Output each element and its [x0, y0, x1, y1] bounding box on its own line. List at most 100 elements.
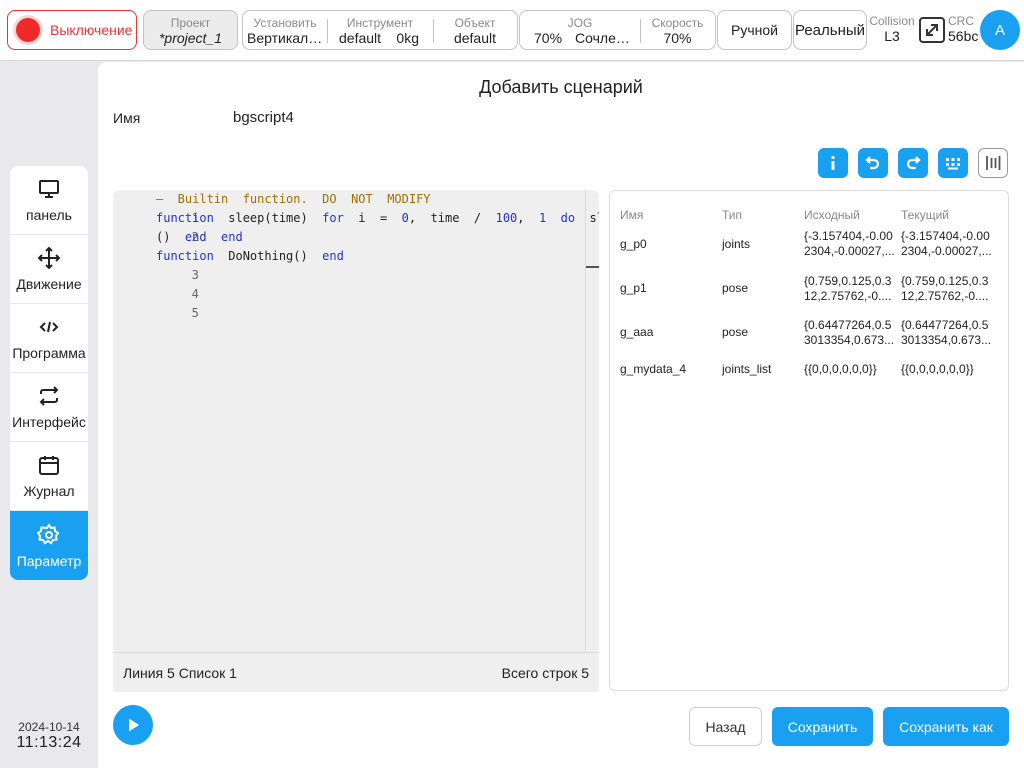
- install-value: Вертикальная: [247, 30, 327, 46]
- total-lines: Всего строк 5: [501, 665, 589, 681]
- code-line: 3 function DoNothing() end: [113, 247, 344, 282]
- calendar-icon: [39, 456, 59, 475]
- variable-current: {{0,0,0,0,0,0}}: [901, 362, 974, 376]
- page-title: Добавить сценарий: [479, 77, 643, 97]
- jog-setting[interactable]: JOG 70% Сочленение: [520, 11, 640, 49]
- sidebar-item-panel[interactable]: панель: [10, 166, 88, 235]
- editor-status-bar: Линия 5 Список 1 Всего строк 5: [113, 652, 599, 692]
- code-line: 2 function sleep(time) for i = 0, time /…: [113, 209, 599, 244]
- collision-level[interactable]: Collision L3: [868, 14, 916, 44]
- sidebar-item-program[interactable]: Программа: [10, 304, 88, 373]
- code-line-wrap: () end end: [156, 230, 243, 244]
- real-mode-button[interactable]: Реальный: [793, 10, 867, 50]
- collision-caption: Collision: [869, 14, 915, 28]
- info-button[interactable]: [818, 148, 848, 178]
- main-panel: Добавить сценарий Имя bgscript4 1 — Buil…: [98, 62, 1024, 768]
- script-name-label: Имя: [113, 110, 141, 126]
- variable-initial: {-3.157404,-0.002304,-0.00027,...: [804, 229, 895, 258]
- project-selector[interactable]: Проект *project_1: [143, 10, 238, 50]
- tool-caption: Инструмент: [346, 16, 414, 30]
- sidebar-item-motion[interactable]: Движение: [10, 235, 88, 304]
- jog-mode: Сочленение: [575, 30, 634, 46]
- sidebar-item-label: Программа: [12, 345, 86, 361]
- power-off-button[interactable]: Выключение: [7, 10, 137, 50]
- jog-group[interactable]: JOG 70% Сочленение Скорость 70%: [519, 10, 716, 50]
- sidebar-item-interface[interactable]: Интерфейс: [10, 373, 88, 442]
- save-button[interactable]: Сохранить: [772, 707, 873, 746]
- tool-setting[interactable]: Инструмент default 0kg: [327, 11, 433, 49]
- editor-scrollbar[interactable]: [585, 190, 599, 692]
- column-header-initial: Исходный: [804, 208, 860, 222]
- collision-value: L3: [884, 28, 900, 44]
- datetime: 2024-10-14 11:13:24: [10, 720, 88, 752]
- back-button[interactable]: Назад: [689, 707, 762, 746]
- variable-type: pose: [722, 325, 749, 339]
- sidebar-item-label: Движение: [16, 276, 82, 292]
- variable-name: g_aaa: [620, 325, 654, 339]
- keyboard-button[interactable]: [938, 148, 968, 178]
- sidebar-item-label: Параметр: [16, 552, 82, 569]
- power-indicator-icon: [16, 18, 40, 42]
- object-caption: Объект: [454, 16, 496, 30]
- code-lines: 1 — Builtin function. DO NOT MODIFY 2 fu…: [113, 190, 599, 692]
- redo-button[interactable]: [898, 148, 928, 178]
- code-line: 1 — Builtin function. DO NOT MODIFY: [113, 190, 431, 225]
- save-as-button[interactable]: Сохранить как: [883, 707, 1009, 746]
- sidebar: панель Движение Программа Интерфейс Журн…: [10, 166, 88, 580]
- variable-initial: {0.64477264,0.53013354,0.673...: [804, 318, 895, 347]
- variable-name: g_p0: [620, 237, 647, 251]
- current-date: 2024-10-14: [18, 720, 80, 734]
- sidebar-item-label: панель: [26, 207, 72, 223]
- undo-icon: [865, 156, 880, 170]
- editor-toolbar: [818, 148, 1008, 178]
- user-avatar[interactable]: A: [980, 10, 1020, 50]
- info-icon: [831, 156, 835, 170]
- line-number: 5: [191, 306, 199, 320]
- power-label: Выключение: [50, 22, 133, 38]
- fullscreen-icon[interactable]: [918, 16, 946, 44]
- current-time: 11:13:24: [16, 734, 82, 751]
- variable-name: g_p1: [620, 281, 647, 295]
- script-name-field[interactable]: bgscript4: [233, 109, 294, 126]
- variable-type: joints_list: [722, 362, 772, 376]
- column-header-current: Текущий: [901, 208, 949, 222]
- jog-caption: JOG: [567, 16, 593, 30]
- variable-current: {-3.157404,-0.002304,-0.00027,...: [901, 229, 992, 258]
- variable-initial: {0.759,0.125,0.312,2.75762,-0....: [804, 274, 892, 303]
- crc-display: CRC 56bc: [948, 14, 982, 44]
- install-caption: Установить: [253, 16, 317, 30]
- swap-arrows-icon: [39, 386, 59, 406]
- code-editor[interactable]: 1 — Builtin function. DO NOT MODIFY 2 fu…: [113, 190, 599, 692]
- variable-current: {0.759,0.125,0.312,2.75762,-0....: [901, 274, 989, 303]
- variable-initial: {{0,0,0,0,0,0}}: [804, 362, 877, 376]
- redo-icon: [906, 156, 921, 170]
- code-line: 5: [113, 285, 199, 320]
- project-caption: Проект: [170, 16, 211, 30]
- settings-group[interactable]: Установить Вертикальная Инструмент defau…: [242, 10, 518, 50]
- column-header-type: Тип: [722, 208, 743, 222]
- speed-caption: Скорость: [651, 16, 704, 30]
- code-icon: [39, 321, 59, 333]
- project-value: *project_1: [158, 30, 223, 46]
- object-setting[interactable]: Объект default: [433, 11, 517, 49]
- play-icon: [129, 718, 139, 732]
- tool-weight: 0kg: [396, 30, 419, 46]
- jog-percent: 70%: [534, 30, 563, 46]
- sidebar-item-parameter[interactable]: Параметр: [10, 511, 88, 580]
- tool-value: default: [339, 30, 382, 46]
- split-view-icon: [986, 156, 1001, 170]
- manual-mode-button[interactable]: Ручной: [717, 10, 792, 50]
- run-script-button[interactable]: [113, 705, 153, 745]
- undo-button[interactable]: [858, 148, 888, 178]
- sidebar-item-journal[interactable]: Журнал: [10, 442, 88, 511]
- variable-current: {0.64477264,0.53013354,0.673...: [901, 318, 992, 347]
- object-value: default: [453, 30, 497, 46]
- split-view-button[interactable]: [978, 148, 1008, 178]
- code-line: 4: [113, 266, 199, 301]
- install-setting[interactable]: Установить Вертикальная: [243, 11, 327, 49]
- keyboard-icon: [946, 158, 960, 170]
- speed-setting[interactable]: Скорость 70%: [640, 11, 715, 49]
- monitor-icon: [39, 180, 59, 198]
- crc-value: 56bc: [948, 28, 979, 44]
- gear-icon: [37, 522, 60, 544]
